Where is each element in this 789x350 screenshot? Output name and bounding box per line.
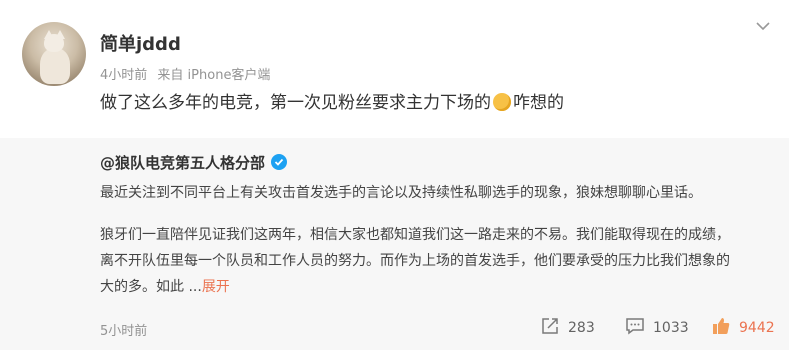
comment-button[interactable]: 1033 (625, 316, 689, 336)
avatar[interactable] (22, 22, 86, 86)
post-text-end: 咋想的 (513, 93, 564, 113)
repost-paragraph-2-line-1: 狼牙们一直陪伴见证我们这两年，相信大家也都知道我们这一路走来的不易。我们能取得现… (100, 227, 730, 243)
expand-link[interactable]: 展开 (202, 279, 230, 295)
repost-paragraph-2-line-3: 大的多。如此 ...展开 (100, 274, 772, 300)
chevron-down-icon[interactable] (755, 20, 771, 32)
repost-button[interactable]: 283 (540, 316, 595, 336)
share-icon (542, 318, 558, 334)
repost-card[interactable]: @狼队电竞第五人格分部 最近关注到不同平台上有关攻击首发选手的言论以及持续性私聊… (0, 138, 789, 350)
repost-paragraph-2-line-2: 离不开队伍里每一个队员和工作人员的努力。而作为上场的首发选手，他们要承受的压力比… (100, 253, 730, 269)
post-meta: 4小时前 来自 iPhone客户端 (100, 64, 276, 83)
username[interactable]: 简单jddd (100, 30, 181, 56)
post-text-main: 做了这么多年的电竞，第一次见粉丝要求主力下场的 (100, 93, 491, 113)
ellipsis: ... (188, 279, 202, 295)
post-time[interactable]: 4小时前 (100, 68, 147, 83)
thumbs-up-icon (713, 318, 730, 334)
repost-author-name[interactable]: @狼队电竞第五人格分部 (100, 154, 265, 172)
repost-time[interactable]: 5小时前 (100, 320, 147, 339)
repost-author[interactable]: @狼队电竞第五人格分部 (100, 152, 288, 173)
repost-text: 最近关注到不同平台上有关攻击首发选手的言论以及持续性私聊选手的现象，狼妹想聊聊心… (100, 180, 772, 300)
repost-paragraph-1: 最近关注到不同平台上有关攻击首发选手的言论以及持续性私聊选手的现象，狼妹想聊聊心… (100, 185, 702, 201)
repost-paragraph-2-tail: 大的多。如此 (100, 279, 184, 295)
like-button[interactable]: 9442 (711, 316, 775, 336)
verified-badge-icon (271, 154, 288, 170)
repost-count: 283 (568, 320, 595, 336)
thinking-face-emoji-icon (493, 93, 511, 111)
post-text: 做了这么多年的电竞，第一次见粉丝要求主力下场的 咋想的 (100, 90, 564, 116)
weibo-post: 简单jddd 4小时前 来自 iPhone客户端 做了这么多年的电竞，第一次见粉… (0, 0, 789, 350)
comment-icon (626, 318, 644, 335)
comment-count: 1033 (653, 320, 689, 336)
like-count: 9442 (739, 320, 775, 336)
post-source: 来自 iPhone客户端 (157, 68, 271, 83)
